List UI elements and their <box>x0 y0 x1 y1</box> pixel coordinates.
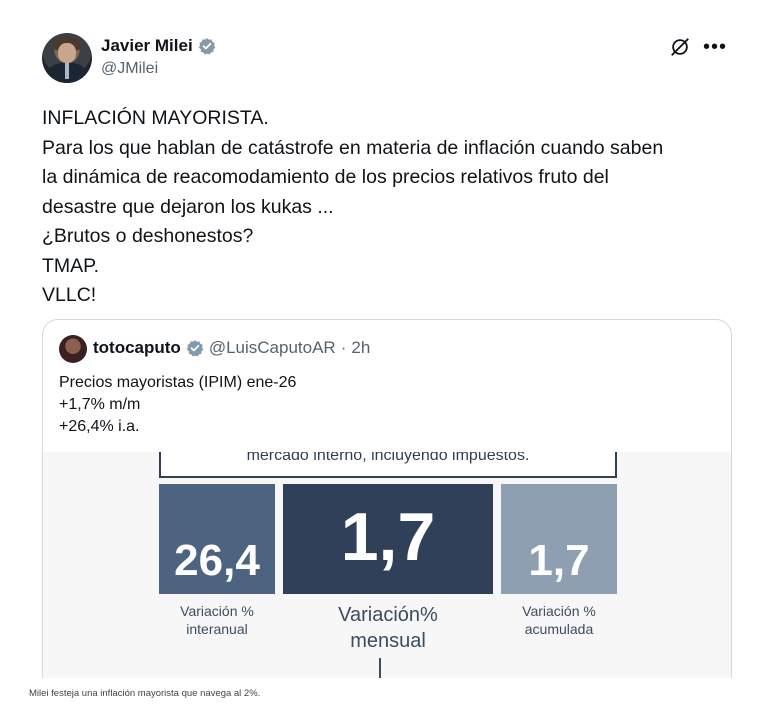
monthly-variation-box: 1,7 <box>283 484 493 594</box>
quote-header: totocaputo @LuisCaputoAR · 2h <box>93 338 370 358</box>
tweet-line: la dinámica de reacomodamiento de los pr… <box>42 166 609 188</box>
quote-line: Precios mayoristas (IPIM) ene-26 <box>59 374 297 391</box>
tweet-card: Javier Milei @JMilei ••• INFLACIÓN MAYOR… <box>25 0 765 678</box>
tweet-line: TMAP. <box>42 254 100 277</box>
quote-separator: · <box>340 338 347 357</box>
verified-badge-icon <box>198 38 215 55</box>
quote-author-avatar[interactable] <box>59 335 87 363</box>
grok-icon[interactable] <box>669 36 691 58</box>
quote-author-handle[interactable]: @LuisCaputoAR <box>209 338 336 358</box>
caption-line: acumulada <box>524 621 594 637</box>
yoy-variation-caption: Variación % interanual <box>159 602 275 638</box>
quote-author-name[interactable]: totocaputo <box>93 338 181 358</box>
author-avatar[interactable] <box>42 33 92 83</box>
tweet-line: VLLC! <box>42 284 97 306</box>
yoy-variation-box: 26,4 <box>159 484 275 594</box>
image-caption: Milei festeja una inflación mayorista qu… <box>29 688 261 699</box>
tweet-line: desastre que dejaron los kukas ... <box>42 195 334 218</box>
cumulative-variation-box: 1,7 <box>501 484 617 594</box>
caption-line: Variación % <box>180 603 254 619</box>
tweet-line: INFLACIÓN MAYORISTA. <box>42 107 269 129</box>
author-name-text[interactable]: Javier Milei <box>101 36 193 56</box>
author-handle[interactable]: @JMilei <box>101 60 158 78</box>
caption-line: Variación % <box>522 603 596 619</box>
caption-line: Variación% <box>338 604 438 626</box>
more-options-icon[interactable]: ••• <box>703 37 727 57</box>
cumulative-variation-caption: Variación % acumulada <box>501 602 617 638</box>
quote-media-image[interactable]: mercado interno, incluyendo impuestos. 2… <box>43 452 731 678</box>
quote-line: +1,7% m/m <box>59 396 141 413</box>
tweet-line: Para los que hablan de catástrofe en mat… <box>42 136 664 159</box>
caption-line: mensual <box>350 630 426 652</box>
tweet-line: ¿Brutos o deshonestos? <box>42 225 254 247</box>
tweet-actions: ••• <box>669 36 727 58</box>
verified-badge-icon <box>186 340 204 357</box>
quote-line: +26,4% i.a. <box>59 418 140 435</box>
author-name[interactable]: Javier Milei <box>101 36 216 56</box>
infographic-connector-line <box>379 658 381 678</box>
infographic-banner: mercado interno, incluyendo impuestos. <box>159 452 617 478</box>
tweet-text: INFLACIÓN MAYORISTA. Para los que hablan… <box>42 104 742 311</box>
quote-text: Precios mayoristas (IPIM) ene-26 +1,7% m… <box>59 372 296 438</box>
caption-line: interanual <box>186 621 248 637</box>
quote-timestamp[interactable]: 2h <box>351 338 370 358</box>
quoted-tweet[interactable]: totocaputo @LuisCaputoAR · 2h Precios ma… <box>42 319 732 678</box>
monthly-variation-caption: Variación% mensual <box>283 602 493 654</box>
